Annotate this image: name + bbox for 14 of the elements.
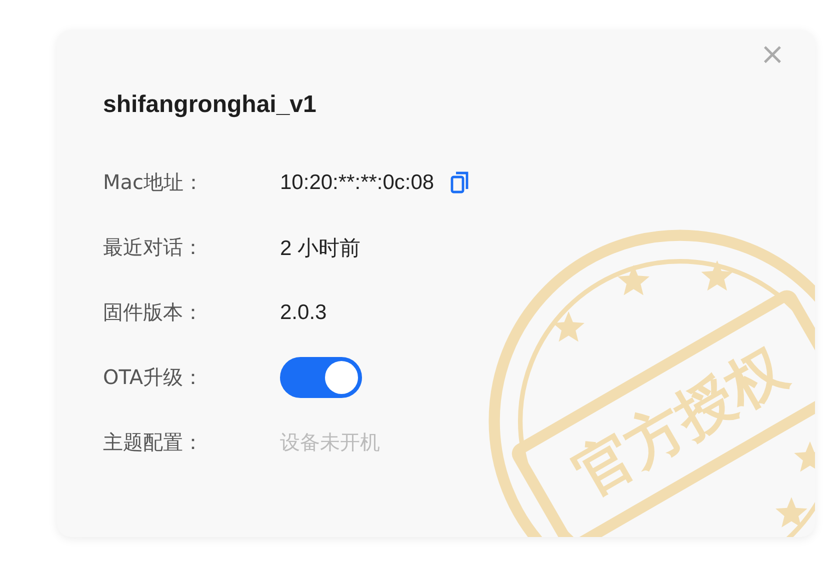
field-value: 10:20:**:**:0c:08	[280, 170, 434, 194]
field-label: 最近对话：	[103, 234, 204, 261]
field-label: 固件版本：	[103, 299, 204, 326]
official-stamp: 官方授权	[488, 230, 815, 537]
close-button[interactable]: ×	[760, 40, 785, 70]
field-value: 2.0.3	[280, 300, 327, 324]
field-value: 设备未开机	[280, 429, 380, 456]
copy-icon[interactable]	[450, 170, 470, 194]
toggle-switch[interactable]	[280, 357, 362, 398]
card-title: shifangronghai_v1	[103, 91, 316, 119]
field-label: OTA升级：	[103, 364, 204, 391]
field-label: Mac地址：	[103, 169, 205, 196]
field-label: 主题配置：	[103, 429, 204, 456]
field-value: 2 小时前	[280, 236, 361, 262]
